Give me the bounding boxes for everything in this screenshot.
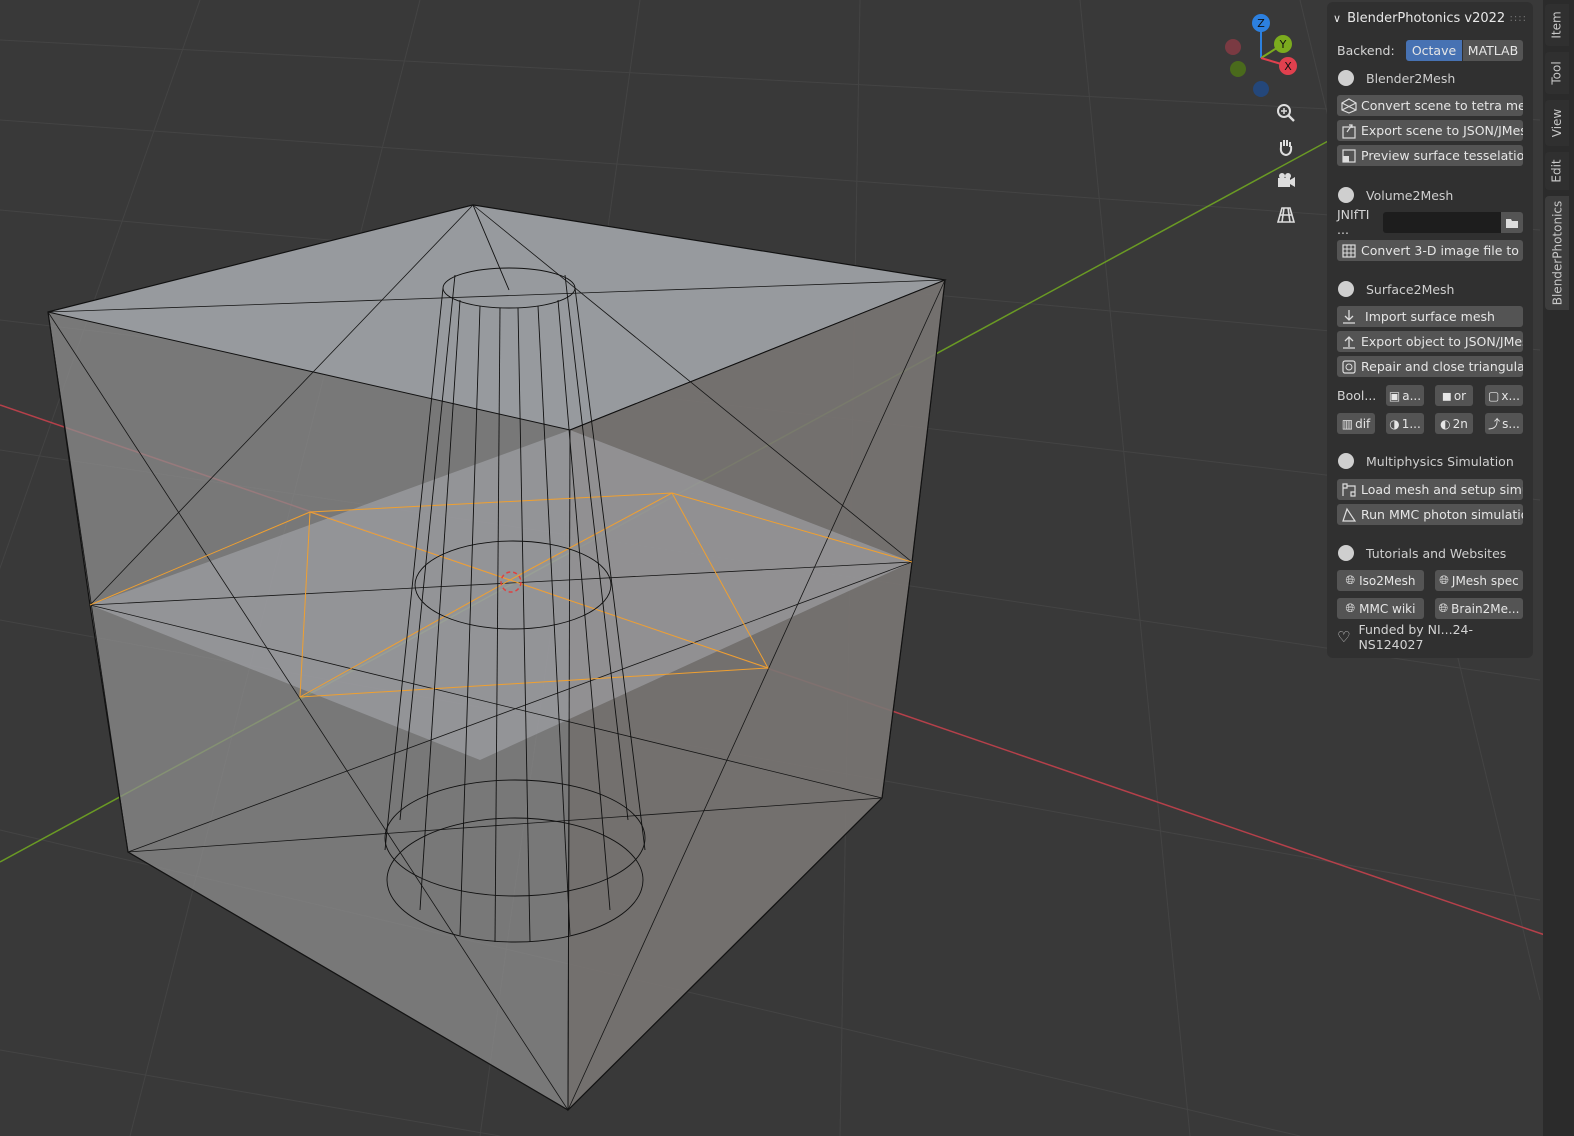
svg-text:Y: Y [1279, 38, 1287, 51]
section-title: Volume2Mesh [1366, 187, 1454, 203]
camera-icon[interactable] [1276, 171, 1308, 203]
upload-icon [1343, 335, 1355, 349]
section-toggle-icon[interactable] [1338, 281, 1354, 297]
section-surface2mesh[interactable]: Surface2Mesh [1337, 278, 1523, 300]
section-title: Surface2Mesh [1366, 281, 1455, 297]
section-blender2mesh[interactable]: Blender2Mesh [1337, 67, 1523, 89]
preview-surface-button[interactable]: Preview surface tesselation [1337, 145, 1523, 166]
bool-or-icon: ◼ [1441, 388, 1452, 403]
svg-text:Z: Z [1257, 17, 1265, 30]
section-title: Multiphysics Simulation [1366, 453, 1514, 469]
import-surface-mesh-button[interactable]: Import surface mesh [1337, 306, 1523, 327]
export-object-jmesh-button[interactable]: Export object to JSON/JMesh [1337, 331, 1523, 352]
boolean-label: Bool... [1337, 387, 1377, 403]
globe-icon: 🌐︎ [1438, 601, 1449, 615]
section-toggle-icon[interactable] [1338, 453, 1354, 469]
tab-item[interactable]: Item [1545, 4, 1569, 46]
tab-blenderphotonics[interactable]: BlenderPhotonics [1545, 196, 1569, 310]
section-title: Blender2Mesh [1366, 70, 1456, 86]
sidebar-tabs: Item Tool View Edit BlenderPhotonics [1543, 0, 1574, 1136]
bool-or-button[interactable]: ◼ or [1435, 385, 1473, 406]
bool-and-button[interactable]: ▣ a... [1386, 385, 1424, 406]
folder-icon[interactable] [1501, 212, 1523, 233]
bool-diff-button[interactable]: ▥ dif [1337, 413, 1375, 434]
run-simulation-icon [1342, 507, 1357, 522]
funding-text: Funded by NI...24-NS124027 [1358, 622, 1474, 652]
section-toggle-icon[interactable] [1338, 187, 1354, 203]
grid-icon [1342, 243, 1356, 258]
convert-3d-image-button[interactable]: Convert 3-D image file to ... [1337, 240, 1523, 261]
section-multiphysics[interactable]: Multiphysics Simulation [1337, 450, 1523, 472]
section-title: Tutorials and Websites [1366, 545, 1507, 561]
bool-xor-icon: ▢ [1488, 388, 1500, 403]
globe-icon: 🌐︎ [1345, 573, 1356, 587]
tab-view[interactable]: View [1545, 100, 1569, 146]
section-tutorials[interactable]: Tutorials and Websites [1337, 542, 1523, 564]
preview-icon [1342, 148, 1356, 163]
bool-xor-button[interactable]: ▢ x... [1485, 385, 1523, 406]
tab-edit[interactable]: Edit [1545, 152, 1569, 190]
bool-split-icon: ⤴ [1488, 417, 1501, 431]
grid-perspective-icon[interactable] [1276, 205, 1308, 237]
bool-second-button[interactable]: ◐ 2n [1435, 413, 1473, 434]
bool-and-icon: ▣ [1388, 388, 1401, 403]
globe-icon: 🌐︎ [1439, 573, 1449, 587]
cube-mesh [47, 204, 947, 1112]
backend-option-matlab[interactable]: MATLAB [1463, 40, 1523, 61]
tab-tool[interactable]: Tool [1545, 52, 1569, 94]
zoom-icon[interactable] [1276, 103, 1308, 135]
jnifti-file-field[interactable] [1383, 212, 1501, 233]
import-icon [1343, 309, 1355, 324]
hand-pan-icon[interactable] [1276, 137, 1308, 169]
link-mmc-wiki-button[interactable]: 🌐︎ MMC wiki [1337, 598, 1424, 619]
section-toggle-icon[interactable] [1338, 70, 1354, 86]
blenderphotonics-panel: ∨ BlenderPhotonics v2022 :::: Backend: O… [1327, 2, 1533, 658]
link-iso2mesh-button[interactable]: 🌐︎ Iso2Mesh [1337, 570, 1424, 591]
drag-handle-icon[interactable]: :::: [1510, 13, 1527, 24]
mesh-icon [1341, 97, 1357, 114]
bool-split-button[interactable]: ⤴ s... [1485, 413, 1523, 434]
bool-second-icon: ◐ [1440, 416, 1451, 431]
backend-option-octave[interactable]: Octave [1406, 40, 1462, 61]
load-mesh-icon [1342, 482, 1356, 497]
convert-scene-tetra-button[interactable]: Convert scene to tetra mesh [1337, 95, 1523, 116]
bool-first-icon: ◑ [1389, 416, 1400, 431]
navigation-gizmo[interactable]: Z Y X [1215, 10, 1315, 110]
run-mmc-simulation-button[interactable]: Run MMC photon simulation [1337, 504, 1523, 525]
link-brain2mesh-button[interactable]: 🌐︎ Brain2Me... [1435, 598, 1523, 619]
globe-icon: 🌐︎ [1345, 601, 1356, 615]
svg-text:X: X [1284, 60, 1292, 73]
section-toggle-icon[interactable] [1338, 545, 1354, 561]
panel-header[interactable]: ∨ BlenderPhotonics v2022 :::: [1333, 8, 1527, 28]
repair-icon [1342, 359, 1356, 374]
export-scene-jmesh-button[interactable]: Export scene to JSON/JMesh [1337, 120, 1523, 141]
panel-title: BlenderPhotonics v2022 [1347, 10, 1506, 26]
bool-first-button[interactable]: ◑ 1... [1386, 413, 1424, 434]
heart-icon: ♡ [1337, 628, 1351, 646]
jnifti-label: JNIfTI ... [1337, 207, 1370, 237]
bool-diff-icon: ▥ [1341, 416, 1354, 431]
link-jmesh-spec-button[interactable]: 🌐︎ JMesh spec [1435, 570, 1523, 591]
repair-close-button[interactable]: Repair and close triangular ... [1337, 356, 1523, 377]
section-volume2mesh[interactable]: Volume2Mesh [1337, 184, 1523, 206]
load-mesh-setup-button[interactable]: Load mesh and setup simul... [1337, 479, 1523, 500]
export-icon [1342, 123, 1356, 139]
chevron-down-icon[interactable]: ∨ [1333, 12, 1341, 25]
backend-label: Backend: [1337, 42, 1395, 58]
